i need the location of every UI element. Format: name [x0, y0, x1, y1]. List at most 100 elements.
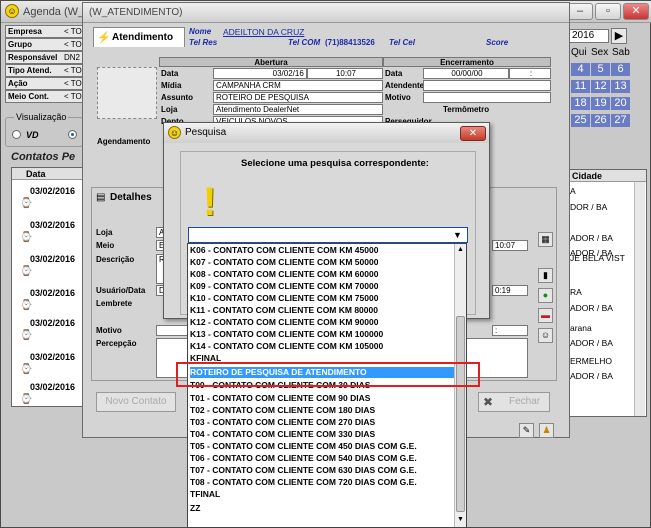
vd-radio[interactable]: [12, 130, 21, 139]
pesquisa-select[interactable]: ▼: [188, 227, 468, 243]
list-item[interactable]: T01 - CONTATO COM CLIENTE COM 90 DIAS: [190, 393, 455, 404]
day-name: Sex: [591, 47, 609, 58]
filter-row[interactable]: Empresa < TO: [5, 25, 83, 38]
scroll-down-icon[interactable]: ▼: [457, 516, 464, 523]
contatos-list[interactable]: Data 03/02/2016 ⌚ 03/02/2016 ⌚ 03/02/2016 ⌚…: [11, 167, 85, 407]
list-item[interactable]: T08 - CONTATO COM CLIENTE COM 720 DIAS C…: [190, 477, 455, 488]
cidade-list[interactable]: Cidade A DOR / BA ADOR / BA ADOR / BA JE…: [567, 169, 647, 417]
list-item[interactable]: K12 - CONTATO COM CLIENTE COM KM 90000: [190, 317, 455, 328]
list-item[interactable]: K07 - CONTATO COM CLIENTE COM KM 50000: [190, 257, 455, 268]
filter-label: Grupo: [8, 40, 32, 49]
list-item[interactable]: ZZ: [190, 503, 455, 514]
dialog-close-button[interactable]: ✕: [460, 126, 486, 141]
list-item[interactable]: T07 - CONTATO COM CLIENTE COM 630 DIAS C…: [190, 465, 455, 476]
day-name: Qui: [571, 47, 587, 58]
list-item[interactable]: T03 - CONTATO COM CLIENTE COM 270 DIAS: [190, 417, 455, 428]
next-month-button[interactable]: ▶: [611, 28, 627, 44]
maximize-button[interactable]: ▫: [595, 3, 621, 20]
minimize-button[interactable]: –: [567, 3, 593, 20]
list-item[interactable]: K08 - CONTATO COM CLIENTE COM KM 60000: [190, 269, 455, 280]
calendar-day[interactable]: 18: [571, 97, 590, 110]
filter-value: < TO: [64, 40, 82, 49]
list-item[interactable]: K10 - CONTATO COM CLIENTE COM KM 75000: [190, 293, 455, 304]
cidade-item: ADOR / BA: [570, 233, 613, 243]
list-item[interactable]: K11 - CONTATO COM CLIENTE COM KM 80000: [190, 305, 455, 316]
person-icon[interactable]: ♟: [539, 423, 554, 438]
atendente-field[interactable]: [423, 80, 551, 91]
lightning-icon: ⚡: [97, 32, 111, 44]
novo-contato-button[interactable]: Novo Contato: [96, 392, 176, 412]
people-icon[interactable]: ☺: [538, 328, 553, 343]
hora-field[interactable]: 10:07: [307, 68, 383, 79]
agendamento-label: Agendamento: [97, 137, 151, 146]
vd-label: VD: [26, 130, 39, 140]
calendar-icon[interactable]: ▦: [538, 232, 553, 247]
calendar-day[interactable]: 19: [591, 97, 610, 110]
list-item[interactable]: K09 - CONTATO COM CLIENTE COM KM 70000: [190, 281, 455, 292]
calendar-day[interactable]: 20: [611, 97, 630, 110]
motivo2-label: Motivo: [96, 326, 122, 335]
tab-label: Atendimento: [112, 32, 174, 43]
detalhes-row-label: Usuário/Data: [96, 286, 146, 295]
calendar-day[interactable]: 6: [611, 63, 630, 76]
tel-com-label: Tel COM: [288, 38, 321, 47]
tab-atendimento[interactable]: ⚡ Atendimento: [93, 27, 185, 47]
fechar-button[interactable]: ✖ Fechar: [478, 392, 550, 412]
notes-icon[interactable]: ✎: [519, 423, 534, 438]
calendar-day[interactable]: 5: [591, 63, 610, 76]
filter-row[interactable]: Responsável DN2: [5, 51, 83, 64]
loja-field[interactable]: Atendimento DealerNet: [213, 104, 383, 115]
refresh-icon[interactable]: ●: [538, 288, 553, 303]
filter-value: DN2: [64, 53, 81, 62]
calendar-day[interactable]: 12: [591, 80, 610, 93]
list-item[interactable]: T05 - CONTATO COM CLIENTE COM 450 DIAS C…: [190, 441, 455, 452]
calendar-day[interactable]: 26: [591, 114, 610, 127]
filter-label: Tipo Atend.: [8, 66, 52, 75]
midia-label: Mídia: [161, 81, 182, 90]
list-item[interactable]: K14 - CONTATO COM CLIENTE COM KM 105000: [190, 341, 455, 352]
scroll-thumb[interactable]: [456, 316, 465, 512]
detalhes-label: Detalhes: [110, 192, 152, 203]
date-text: 03/02/2016: [30, 352, 76, 362]
cidade-header: Cidade: [572, 171, 603, 181]
cidade-item: ADOR / BA: [570, 303, 613, 313]
filter-row[interactable]: Tipo Atend. < TO: [5, 64, 83, 77]
fechar-label: Fechar: [509, 396, 541, 407]
assunto-field[interactable]: ROTEIRO DE PESQUISA: [213, 92, 383, 103]
enc-data-field[interactable]: 00/00/00: [423, 68, 509, 79]
filter-value: < TO: [64, 27, 82, 36]
date-text: 03/02/2016: [30, 318, 76, 328]
car-icon[interactable]: ▬: [538, 308, 553, 323]
filter-row[interactable]: Grupo < TO: [5, 38, 83, 51]
calendar-day[interactable]: 27: [611, 114, 630, 127]
scroll-up-icon[interactable]: ▲: [457, 246, 464, 253]
list-item[interactable]: T04 - CONTATO COM CLIENTE COM 330 DIAS: [190, 429, 455, 440]
encerramento-header: Encerramento: [383, 57, 551, 67]
filter-label: Meio Cont.: [8, 92, 49, 101]
midia-field[interactable]: CAMPANHA CRM: [213, 80, 383, 91]
door-icon[interactable]: ▮: [538, 268, 553, 283]
calendar-clock-icon: ⌚: [20, 198, 33, 209]
filter-row[interactable]: Ação < TO: [5, 77, 83, 90]
data-field[interactable]: 03/02/16: [213, 68, 307, 79]
chevron-down-icon[interactable]: ▼: [453, 230, 462, 240]
list-item[interactable]: T06 - CONTATO COM CLIENTE COM 540 DIAS C…: [190, 453, 455, 464]
year-field[interactable]: 2016: [569, 29, 609, 43]
calendar-day[interactable]: 25: [571, 114, 590, 127]
termometro-label: Termômetro: [443, 105, 490, 114]
list-item[interactable]: K06 - CONTATO COM CLIENTE COM KM 45000: [190, 245, 455, 256]
close-button[interactable]: ✕: [623, 3, 649, 20]
enc-hora-field[interactable]: :: [509, 68, 551, 79]
other-radio[interactable]: [68, 130, 77, 139]
calendar-day[interactable]: 4: [571, 63, 590, 76]
calendar-day[interactable]: 13: [611, 80, 630, 93]
calendar-clock-icon: ⌚: [20, 300, 33, 311]
calendar-day[interactable]: 11: [571, 80, 590, 93]
motivo-field[interactable]: [423, 92, 551, 103]
list-item[interactable]: T02 - CONTATO COM CLIENTE COM 180 DIAS: [190, 405, 455, 416]
nome-value[interactable]: ADEILTON DA CRUZ: [223, 27, 304, 37]
list-item[interactable]: TFINAL: [190, 489, 455, 500]
list-item[interactable]: K13 - CONTATO COM CLIENTE COM KM 100000: [190, 329, 455, 340]
cidade-scrollbar[interactable]: [634, 182, 645, 416]
filter-row[interactable]: Meio Cont. < TO: [5, 90, 83, 103]
